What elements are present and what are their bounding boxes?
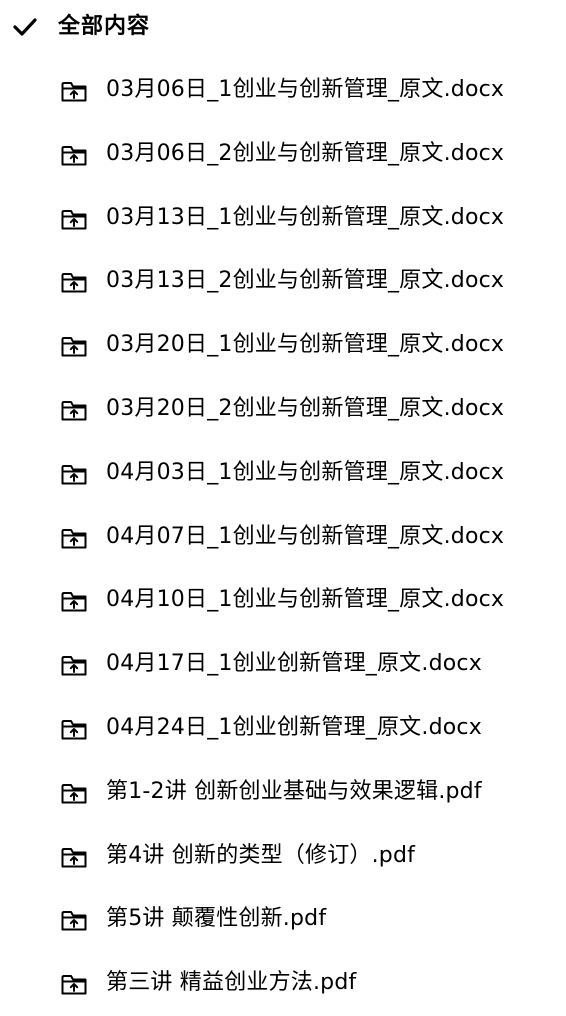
file-list-item[interactable]: 03月20日_2创业与创新管理_原文.docx: [0, 378, 566, 442]
file-list-item[interactable]: 03月06日_1创业与创新管理_原文.docx: [0, 59, 566, 123]
folder-upload-icon: [60, 845, 88, 869]
folder-upload-icon: [60, 589, 88, 613]
file-list-item[interactable]: 04月24日_1创业创新管理_原文.docx: [0, 697, 566, 761]
file-list-item[interactable]: 第三讲 精益创业方法.pdf: [0, 952, 566, 1016]
file-list-item[interactable]: 第4讲 创新的类型（修订）.pdf: [0, 825, 566, 889]
folder-upload-icon: [60, 270, 88, 294]
file-name: 第三讲 精益创业方法.pdf: [106, 970, 357, 996]
header-title: 全部内容: [58, 14, 151, 39]
folder-upload-icon: [60, 398, 88, 422]
file-name: 04月10日_1创业与创新管理_原文.docx: [106, 587, 505, 613]
file-list-item[interactable]: 第5讲 颠覆性创新.pdf: [0, 888, 566, 952]
folder-upload-icon: [60, 462, 88, 486]
folder-upload-icon: [60, 972, 88, 996]
file-list: 03月06日_1创业与创新管理_原文.docx 03月06日_2创业与创新管理_原…: [0, 59, 566, 1016]
file-name: 03月20日_1创业与创新管理_原文.docx: [106, 332, 505, 358]
file-name: 03月13日_2创业与创新管理_原文.docx: [106, 268, 505, 294]
all-content-header[interactable]: 全部内容: [0, 0, 566, 54]
file-list-item[interactable]: 03月20日_1创业与创新管理_原文.docx: [0, 314, 566, 378]
file-name: 第4讲 创新的类型（修订）.pdf: [106, 842, 416, 868]
file-list-item[interactable]: 04月17日_1创业创新管理_原文.docx: [0, 633, 566, 697]
file-name: 04月03日_1创业与创新管理_原文.docx: [106, 459, 505, 485]
file-list-item[interactable]: 03月13日_2创业与创新管理_原文.docx: [0, 250, 566, 314]
folder-upload-icon: [60, 526, 88, 550]
folder-upload-icon: [60, 143, 88, 167]
file-name: 03月06日_1创业与创新管理_原文.docx: [106, 77, 505, 102]
file-list-item[interactable]: 第1-2讲 创新创业基础与效果逻辑.pdf: [0, 761, 566, 825]
folder-upload-icon: [60, 207, 88, 231]
file-name: 03月13日_1创业与创新管理_原文.docx: [106, 204, 505, 230]
file-name: 03月06日_2创业与创新管理_原文.docx: [106, 140, 505, 166]
file-list-item[interactable]: 04月07日_1创业与创新管理_原文.docx: [0, 506, 566, 570]
file-name: 04月07日_1创业与创新管理_原文.docx: [106, 523, 505, 549]
file-list-item[interactable]: 04月10日_1创业与创新管理_原文.docx: [0, 569, 566, 633]
folder-upload-icon: [60, 908, 88, 932]
file-list-item[interactable]: 04月03日_1创业与创新管理_原文.docx: [0, 442, 566, 506]
folder-upload-icon: [60, 79, 88, 103]
folder-upload-icon: [60, 781, 88, 805]
folder-upload-icon: [60, 334, 88, 358]
file-name: 04月17日_1创业创新管理_原文.docx: [106, 651, 482, 677]
file-name: 04月24日_1创业创新管理_原文.docx: [106, 714, 482, 740]
file-name: 第5讲 颠覆性创新.pdf: [106, 906, 327, 932]
folder-upload-icon: [60, 653, 88, 677]
folder-upload-icon: [60, 717, 88, 741]
file-list-item[interactable]: 03月13日_1创业与创新管理_原文.docx: [0, 187, 566, 251]
file-list-item[interactable]: 03月06日_2创业与创新管理_原文.docx: [0, 123, 566, 187]
check-icon: [13, 18, 37, 36]
file-name: 03月20日_2创业与创新管理_原文.docx: [106, 395, 505, 421]
file-name: 第1-2讲 创新创业基础与效果逻辑.pdf: [106, 778, 482, 804]
